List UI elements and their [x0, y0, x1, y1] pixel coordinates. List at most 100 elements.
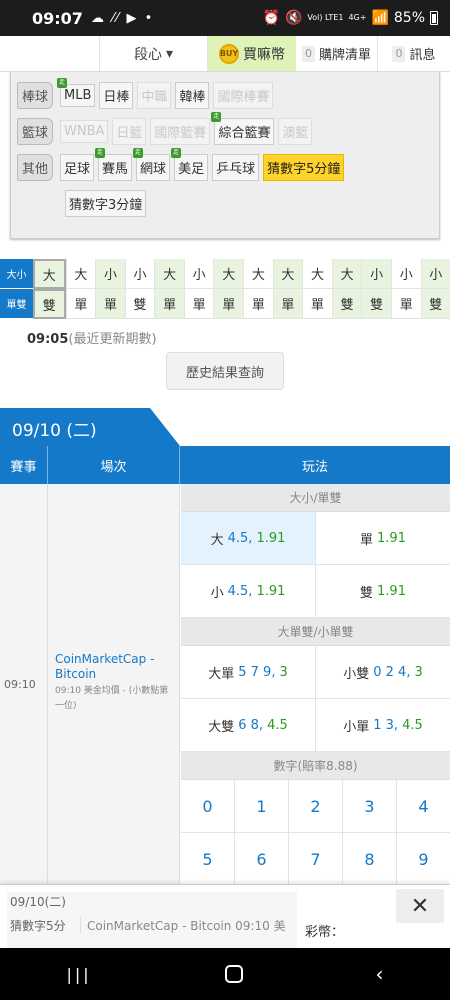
- clock: 09:07: [32, 8, 83, 28]
- nav-dan-menu[interactable]: 段心 ▾: [100, 36, 208, 71]
- number-option[interactable]: 8: [343, 833, 397, 885]
- odds-small-even[interactable]: 小雙 0 2 4, 3: [316, 646, 450, 698]
- results-strip: 大小大大小小大小大大大大大小小小 單雙雙單單雙單單單單單單雙雙單雙: [0, 259, 450, 319]
- cart-button[interactable]: 0 購牌清單: [296, 36, 378, 71]
- sport-panel: 棒球 MLB 走日棒 中職 韓棒 國際棒賽 籃球 WNBA 日籃 國際籃賽 綜合籃賽走澳籃 其他 足球賽…: [10, 72, 440, 239]
- sport-row: 棒球 MLB 走日棒 中職 韓棒 國際棒賽: [17, 78, 433, 109]
- live-badge-icon: 走: [95, 148, 106, 158]
- odds-row: 大單 5 7 9, 3 小雙 0 2 4, 3: [181, 646, 450, 699]
- buy-coin-button[interactable]: BUY 買嘛幣: [208, 36, 296, 71]
- live-badge-icon: 走: [211, 112, 222, 122]
- slip-date: 09/10(二): [10, 895, 66, 909]
- sport-item-label: 國際籃賽: [154, 126, 207, 141]
- table-row: 09:10 CoinMarketCap - Bitcoin 09:10 美金均價…: [0, 484, 450, 886]
- update-time: 09:05: [27, 332, 69, 347]
- result-cell: 小: [95, 259, 125, 289]
- sport-item[interactable]: 日籃: [112, 118, 147, 145]
- number-option[interactable]: 0: [181, 780, 235, 832]
- sport-item-label: MLB: [64, 88, 92, 103]
- result-cell: 單: [213, 289, 244, 319]
- odds-row: 大 4.5, 1.91 單 1.91: [181, 512, 450, 565]
- results-row-label: 大小: [0, 259, 33, 289]
- number-option[interactable]: 1: [235, 780, 289, 832]
- sport-item-label: 綜合籃賽: [218, 126, 271, 141]
- result-cell: 雙: [361, 289, 391, 319]
- sport-item[interactable]: 猜數字3分鐘: [65, 190, 147, 217]
- message-button[interactable]: 0 訊息: [378, 36, 450, 71]
- result-cell: 大: [213, 259, 244, 289]
- result-cell: 雙: [331, 289, 362, 319]
- header-match: 場次: [48, 446, 180, 484]
- number-option[interactable]: 2: [289, 780, 343, 832]
- sport-item-label: 乒乓球: [216, 162, 256, 177]
- number-option[interactable]: 6: [235, 833, 289, 885]
- result-cell: 單: [243, 289, 273, 319]
- odds-single[interactable]: 單 1.91: [316, 512, 450, 564]
- nav-blank: [0, 36, 100, 71]
- update-note: (最近更新期數): [68, 332, 157, 347]
- number-option[interactable]: 3: [343, 780, 397, 832]
- sport-item-label: WNBA: [64, 124, 105, 139]
- result-cell: 小: [361, 259, 391, 289]
- home-icon[interactable]: [224, 965, 243, 983]
- sport-item[interactable]: 日棒: [99, 82, 134, 109]
- latest-update: 09:05(最近更新期數): [27, 328, 157, 347]
- nav-dan-label: 段心: [133, 46, 162, 63]
- status-right: ⏰ 🔇 Vol) LTE1 4G+ 📶 85%: [263, 10, 438, 26]
- sport-item-label: 中職: [141, 90, 168, 105]
- sport-item[interactable]: 國際棒賽: [213, 82, 274, 109]
- result-cell: 雙: [420, 289, 450, 319]
- result-cell: 雙: [124, 289, 155, 319]
- recent-apps-icon[interactable]: |||: [66, 965, 91, 984]
- network-label: Vol) LTE1: [307, 13, 344, 22]
- odds-big[interactable]: 大 4.5, 1.91: [181, 512, 316, 564]
- sport-item[interactable]: 韓棒: [175, 82, 210, 109]
- sport-row: 其他 足球 賽馬走網球走美足走乒乓球 猜數字5分鐘: [17, 148, 433, 181]
- sport-item[interactable]: 中職: [137, 82, 172, 109]
- message-label: 訊息: [409, 48, 436, 63]
- sport-item[interactable]: 猜數字5分鐘: [263, 154, 345, 181]
- sport-item[interactable]: 綜合籃賽 走: [211, 112, 275, 145]
- sport-item[interactable]: 澳籃: [278, 118, 313, 145]
- sport-item[interactable]: MLB 走: [57, 78, 96, 107]
- header-event: 賽事: [0, 446, 48, 484]
- number-option[interactable]: 5: [181, 833, 235, 885]
- sport-item[interactable]: 美足 走: [171, 148, 209, 181]
- sport-item[interactable]: 賽馬 走: [95, 148, 133, 181]
- caret-down-icon: ▾: [165, 45, 174, 62]
- event-time: 09:10: [4, 678, 36, 691]
- result-cell: 雙: [33, 289, 66, 319]
- sport-item[interactable]: 乒乓球: [212, 154, 260, 181]
- close-icon[interactable]: ✕: [396, 889, 444, 923]
- odds-row: 大雙 6 8, 4.5 小單 1 3, 4.5: [181, 699, 450, 752]
- number-option[interactable]: 4: [397, 780, 450, 832]
- live-badge-icon: 走: [133, 148, 144, 158]
- number-option[interactable]: 7: [289, 833, 343, 885]
- sport-item[interactable]: 足球: [60, 154, 95, 181]
- number-option[interactable]: 9: [397, 833, 450, 885]
- notification-icons: ☁ ⁄⁄ ▶ •: [90, 10, 155, 26]
- android-nav-bar: ||| ‹: [0, 948, 450, 1000]
- number-row: 56789: [181, 833, 450, 886]
- result-cell: 單: [183, 289, 214, 319]
- odds-even[interactable]: 雙 1.91: [316, 565, 450, 617]
- sport-item[interactable]: 國際籃賽: [150, 118, 211, 145]
- sport-item-label: 日棒: [103, 90, 130, 105]
- odds-small[interactable]: 小 4.5, 1.91: [181, 565, 316, 617]
- top-nav: 段心 ▾ BUY 買嘛幣 0 購牌清單 0 訊息: [0, 36, 450, 72]
- odds-small-single[interactable]: 小單 1 3, 4.5: [316, 699, 450, 751]
- result-cell: 單: [302, 289, 332, 319]
- date-tab[interactable]: 09/10 (二): [0, 408, 180, 446]
- cart-count: 0: [301, 45, 315, 62]
- odds-big-single[interactable]: 大單 5 7 9, 3: [181, 646, 316, 698]
- odds-big-even[interactable]: 大雙 6 8, 4.5: [181, 699, 316, 751]
- result-cell: 小: [124, 259, 155, 289]
- result-cell: 小: [420, 259, 450, 289]
- back-icon[interactable]: ‹: [376, 962, 384, 986]
- slip-game: 猜數字5分: [10, 919, 66, 933]
- sport-item[interactable]: WNBA: [60, 120, 109, 143]
- history-button[interactable]: 歷史結果查詢: [166, 352, 284, 390]
- sport-item-label: 足球: [64, 162, 91, 177]
- sport-item[interactable]: 網球 走: [133, 148, 171, 181]
- cart-label: 購牌清單: [318, 48, 371, 63]
